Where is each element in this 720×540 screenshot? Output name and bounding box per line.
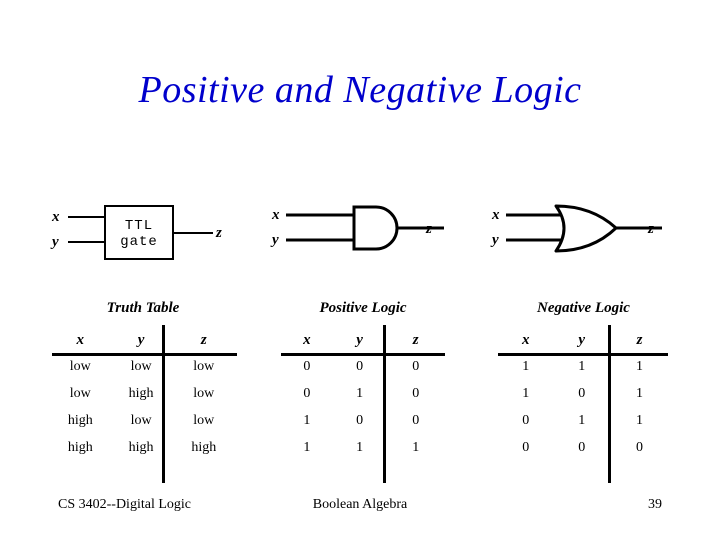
positive-col-y: y [356,331,363,348]
truth-table-title: Truth Table [106,300,180,316]
truth-table-col-z: z [200,331,207,348]
or-input-x-label: x [492,207,500,223]
truth-cell-y: high [128,439,154,455]
positive-cell-z: 0 [412,385,420,401]
negative-col-x: x [522,331,530,348]
table-row: high low low [48,407,238,434]
ttl-input-x-wire [68,216,104,218]
ttl-input-y-wire [68,241,104,243]
diagram-or-gate: x y z [488,195,678,275]
negative-cell-y: 0 [578,385,586,401]
ttl-box-label-line2: gate [120,234,158,250]
ttl-output-z-label: z [216,225,222,241]
positive-col-x: x [303,331,311,348]
positive-cell-z: 1 [412,439,420,455]
positive-col-z: z [412,331,419,348]
positive-logic-header-row: x y z [278,327,448,353]
table-row: 1 1 1 [496,353,671,380]
truth-cell-z: low [193,358,215,374]
footer-page-number: 39 [648,497,662,512]
truth-cell-y: low [130,412,152,428]
truth-table-col-x: x [76,331,85,348]
truth-cell-x: high [67,412,93,428]
or-output-z-label: z [648,221,654,237]
negative-cell-y: 1 [578,412,586,428]
truth-cell-y: high [128,385,154,401]
truth-cell-x: high [67,439,93,455]
table-row: 1 0 1 [496,380,671,407]
positive-cell-x: 1 [303,412,311,428]
diagram-ttl-gate: x y TTL gate z [40,195,270,275]
table-row: 0 1 1 [496,407,671,434]
positive-logic-title: Positive Logic [319,300,407,316]
negative-logic-table: x y z 1 1 1 1 0 1 0 1 1 0 0 0 [496,327,671,461]
and-output-z-label: z [426,221,432,237]
and-input-y-label: y [272,232,279,248]
negative-cell-x: 0 [522,412,530,428]
negative-cell-y: 0 [578,439,586,455]
positive-cell-y: 0 [356,358,364,374]
and-input-x-label: x [272,207,280,223]
negative-col-y: y [578,331,586,348]
slide-canvas: Positive and Negative Logic x y TTL gate… [0,0,720,540]
ttl-output-wire [174,232,213,234]
negative-cell-z: 1 [636,385,643,401]
table-row: 0 0 0 [496,434,671,461]
negative-cell-y: 1 [578,358,586,374]
truth-table-col-y: y [137,331,145,348]
ttl-box-label-line1: TTL [124,218,154,234]
positive-cell-x: 0 [303,385,311,401]
truth-cell-x: low [69,358,91,374]
truth-cell-z: low [193,412,215,428]
negative-logic-title: Negative Logic [537,300,630,316]
positive-logic-table: x y z 0 0 0 0 1 0 1 0 0 1 1 1 [278,327,448,461]
positive-cell-y: 0 [356,412,364,428]
negative-cell-x: 1 [522,358,530,374]
truth-cell-x: low [69,385,91,401]
table-row: low high low [48,380,238,407]
negative-cell-z: 1 [636,412,643,428]
table-row: 1 0 0 [278,407,448,434]
table-row: 1 1 1 [278,434,448,461]
truth-table-header-row: x y z [48,327,238,353]
negative-cell-z: 1 [636,358,643,374]
negative-logic-header-row: x y z [496,327,671,353]
truth-table: x y z low low low low high low high low … [48,327,238,461]
negative-cell-z: 0 [636,439,643,455]
table-row: 0 1 0 [278,380,448,407]
or-input-y-label: y [492,232,499,248]
diagram-and-gate: x y z [266,195,456,275]
page-title: Positive and Negative Logic [138,69,582,111]
truth-cell-z: high [191,439,217,455]
ttl-input-x-label: x [52,209,60,225]
positive-cell-x: 1 [303,439,311,455]
negative-cell-x: 1 [522,385,530,401]
truth-cell-z: low [193,385,215,401]
negative-col-z: z [636,331,643,348]
and-gate-symbol [286,205,444,251]
positive-cell-x: 0 [303,358,311,374]
negative-cell-x: 0 [522,439,530,455]
truth-cell-y: low [130,358,152,374]
ttl-gate-box: TTL gate [104,205,174,260]
table-row: 0 0 0 [278,353,448,380]
ttl-input-y-label: y [52,234,59,250]
positive-cell-y: 1 [356,385,364,401]
positive-cell-z: 0 [412,412,420,428]
table-row: high high high [48,434,238,461]
positive-cell-y: 1 [356,439,364,455]
positive-cell-z: 0 [412,358,420,374]
table-row: low low low [48,353,238,380]
